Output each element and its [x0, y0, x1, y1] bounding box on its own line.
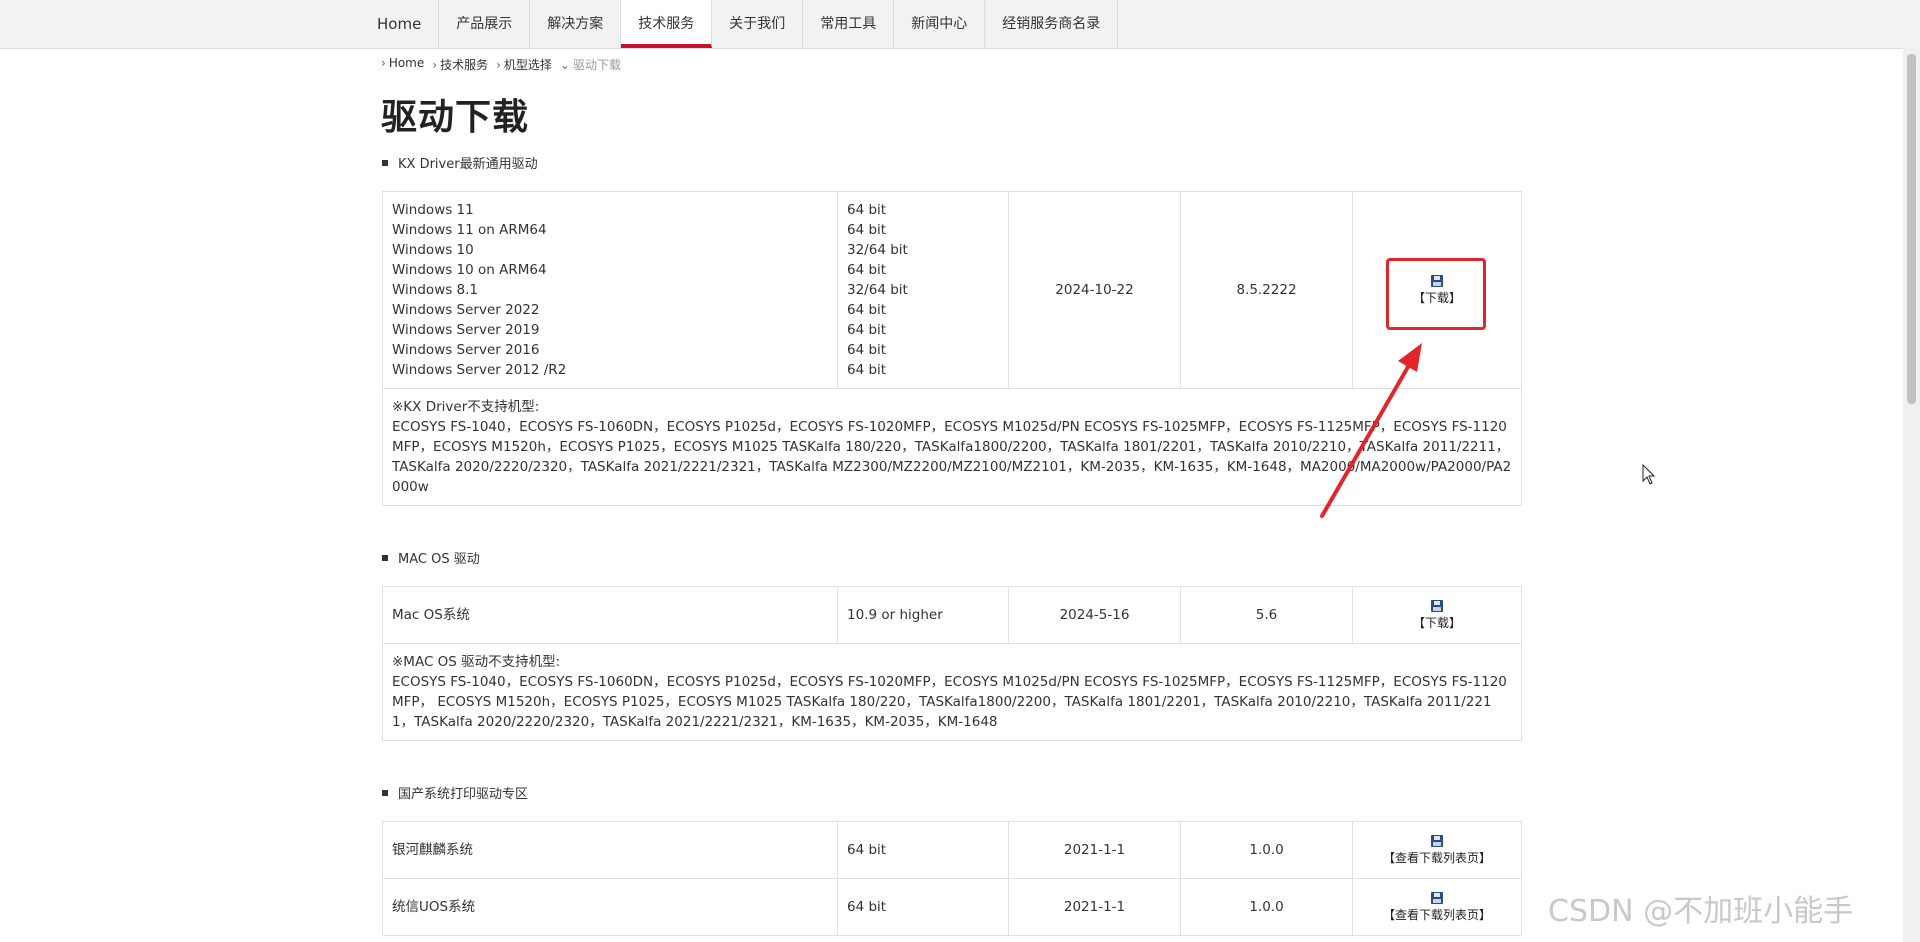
bullet-square-icon: [382, 159, 388, 166]
table-row: 银河麒麟系统 64 bit 2021-1-1 1.0.0 【查看下载列表页】: [382, 821, 1522, 879]
mouse-cursor-icon: [1642, 464, 1656, 485]
version: 5.6: [1180, 586, 1353, 644]
os-cell: 统信UOS系统: [382, 878, 838, 936]
bit-item: 64 bit: [847, 262, 887, 278]
table-row: Windows 11 Windows 11 on ARM64 Windows 1…: [382, 191, 1522, 389]
watermark: CSDN @不加班小能手: [1548, 894, 1854, 929]
os-item: Windows Server 2022: [392, 302, 540, 318]
table-row: 统信UOS系统 64 bit 2021-1-1 1.0.0 【查看下载列表页】: [382, 878, 1522, 936]
kx-download-button[interactable]: 【下载】: [1412, 274, 1461, 306]
breadcrumb-current: 驱动下载: [560, 56, 621, 73]
nav-item-tools[interactable]: 常用工具: [803, 0, 895, 48]
note-title: ※MAC OS 驱动不支持机型:: [392, 654, 561, 670]
section-title: 国产系统打印驱动专区: [398, 787, 529, 802]
section-heading-domestic: 国产系统打印驱动专区: [382, 783, 528, 802]
breadcrumb-tech-service[interactable]: 技术服务: [432, 56, 488, 73]
floppy-disk-icon: [1430, 274, 1443, 287]
section-heading-mac: MAC OS 驱动: [382, 548, 480, 567]
breadcrumb: Home 技术服务 机型选择 驱动下载: [381, 56, 621, 73]
download-list-label: 【查看下载列表页】: [1382, 907, 1491, 922]
breadcrumb-model-select[interactable]: 机型选择: [496, 56, 552, 73]
os-item: Windows 11: [392, 202, 474, 218]
bit-item: 64 bit: [847, 302, 887, 318]
download-label: 【下载】: [1412, 290, 1461, 305]
bit-item: 32/64 bit: [847, 282, 908, 298]
nav-item-products[interactable]: 产品展示: [439, 0, 531, 48]
bit-cell: 64 bit: [837, 821, 1009, 879]
bit-item: 64 bit: [847, 322, 887, 338]
note-body: ECOSYS FS-1040，ECOSYS FS-1060DN，ECOSYS P…: [392, 419, 1512, 495]
floppy-disk-icon: [1430, 891, 1443, 904]
section-title: MAC OS 驱动: [398, 552, 480, 567]
nav-item-about[interactable]: 关于我们: [712, 0, 804, 48]
os-item: Windows 10: [392, 242, 474, 258]
note-title: ※KX Driver不支持机型:: [392, 399, 540, 415]
uos-download-list-button[interactable]: 【查看下载列表页】: [1382, 891, 1491, 923]
unsupported-models-note: ※KX Driver不支持机型: ECOSYS FS-1040，ECOSYS F…: [382, 388, 1522, 506]
nav-item-dealers[interactable]: 经销服务商名录: [985, 0, 1119, 48]
page-title: 驱动下载: [381, 97, 530, 138]
section-heading-kx: KX Driver最新通用驱动: [382, 153, 538, 172]
nav-item-tech-service[interactable]: 技术服务: [621, 0, 713, 48]
unsupported-models-note: ※MAC OS 驱动不支持机型: ECOSYS FS-1040，ECOSYS F…: [382, 643, 1522, 741]
table-row: ※MAC OS 驱动不支持机型: ECOSYS FS-1040，ECOSYS F…: [382, 643, 1522, 741]
bit-cell: 64 bit: [837, 878, 1009, 936]
download-label: 【下载】: [1412, 615, 1461, 630]
os-item: Windows 11 on ARM64: [392, 222, 547, 238]
release-date: 2024-10-22: [1008, 191, 1181, 389]
note-body: ECOSYS FS-1040，ECOSYS FS-1060DN，ECOSYS P…: [392, 674, 1507, 730]
scrollbar-thumb[interactable]: [1907, 54, 1916, 404]
mac-download-button[interactable]: 【下载】: [1412, 599, 1461, 631]
vertical-scrollbar[interactable]: [1903, 48, 1920, 942]
kx-driver-table: Windows 11 Windows 11 on ARM64 Windows 1…: [382, 191, 1522, 506]
nav-item-news[interactable]: 新闻中心: [894, 0, 986, 48]
release-date: 2021-1-1: [1008, 821, 1181, 879]
version: 1.0.0: [1180, 821, 1353, 879]
os-item: Windows 10 on ARM64: [392, 262, 547, 278]
bit-list-cell: 64 bit 64 bit 32/64 bit 64 bit 32/64 bit…: [837, 191, 1009, 389]
version: 1.0.0: [1180, 878, 1353, 936]
bit-item: 64 bit: [847, 362, 887, 378]
breadcrumb-home[interactable]: Home: [381, 56, 424, 73]
section-title: KX Driver最新通用驱动: [398, 157, 538, 172]
bit-item: 64 bit: [847, 222, 887, 238]
os-item: Windows Server 2012 /R2: [392, 362, 567, 378]
os-item: Windows Server 2019: [392, 322, 540, 338]
nav-item-home[interactable]: Home: [360, 0, 440, 48]
release-date: 2021-1-1: [1008, 878, 1181, 936]
nav-item-solutions[interactable]: 解决方案: [530, 0, 622, 48]
bit-item: 64 bit: [847, 342, 887, 358]
table-row: Mac OS系统 10.9 or higher 2024-5-16 5.6 【下…: [382, 586, 1522, 644]
os-item: Windows 8.1: [392, 282, 479, 298]
nav-items: Home 产品展示 解决方案 技术服务 关于我们 常用工具 新闻中心 经销服务商…: [360, 0, 1119, 48]
bit-item: 32/64 bit: [847, 242, 908, 258]
bit-cell: 10.9 or higher: [837, 586, 1009, 644]
mac-driver-table: Mac OS系统 10.9 or higher 2024-5-16 5.6 【下…: [382, 586, 1522, 741]
os-cell: 银河麒麟系统: [382, 821, 838, 879]
download-cell: 【查看下载列表页】: [1352, 878, 1522, 936]
download-cell: 【下载】: [1352, 191, 1522, 389]
kylin-download-list-button[interactable]: 【查看下载列表页】: [1382, 834, 1491, 866]
release-date: 2024-5-16: [1008, 586, 1181, 644]
floppy-disk-icon: [1430, 599, 1443, 612]
download-list-label: 【查看下载列表页】: [1382, 850, 1491, 865]
version: 8.5.2222: [1180, 191, 1353, 389]
os-item: Windows Server 2016: [392, 342, 540, 358]
bullet-square-icon: [382, 554, 388, 561]
bullet-square-icon: [382, 789, 388, 796]
table-row: ※KX Driver不支持机型: ECOSYS FS-1040，ECOSYS F…: [382, 388, 1522, 506]
download-cell: 【下载】: [1352, 586, 1522, 644]
os-cell: Mac OS系统: [382, 586, 838, 644]
bit-item: 64 bit: [847, 202, 887, 218]
download-cell: 【查看下载列表页】: [1352, 821, 1522, 879]
os-list-cell: Windows 11 Windows 11 on ARM64 Windows 1…: [382, 191, 838, 389]
top-nav: Home 产品展示 解决方案 技术服务 关于我们 常用工具 新闻中心 经销服务商…: [0, 0, 1920, 49]
domestic-driver-table: 银河麒麟系统 64 bit 2021-1-1 1.0.0 【查看下载列表页】 统…: [382, 821, 1522, 936]
floppy-disk-icon: [1430, 834, 1443, 847]
